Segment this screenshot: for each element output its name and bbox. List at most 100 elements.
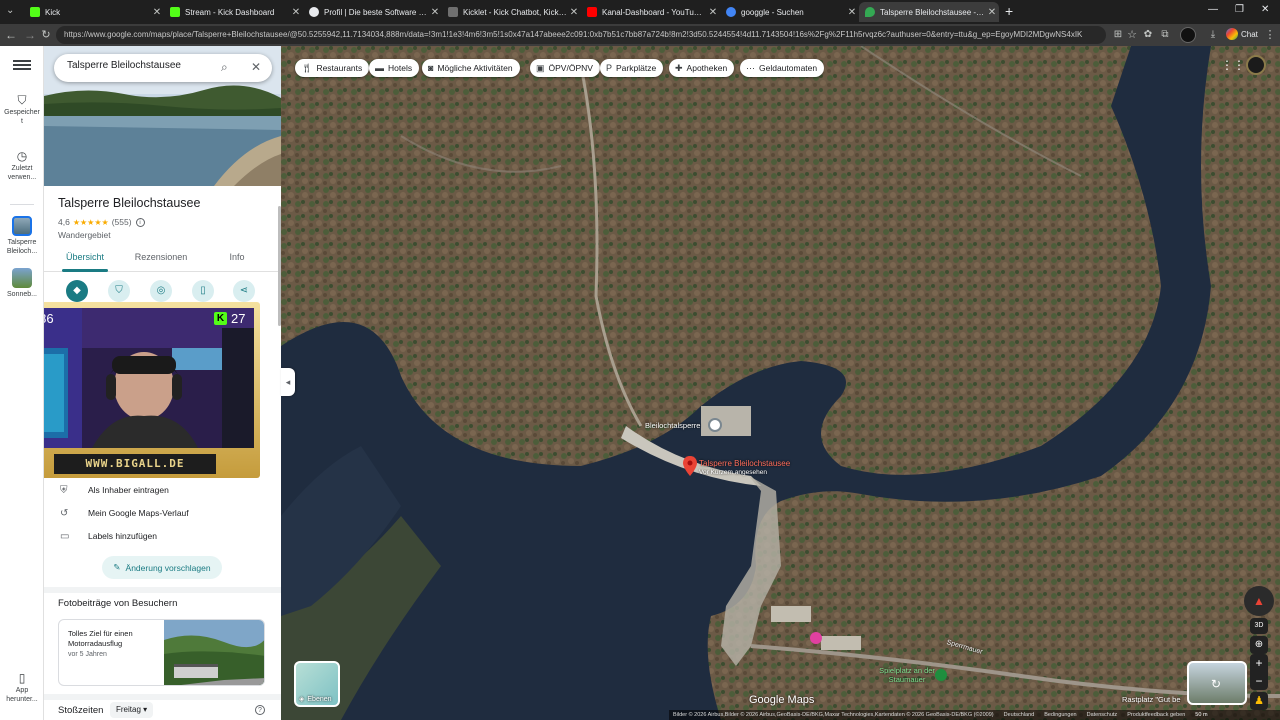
app-download-button[interactable]: ▯ App herunter...: [0, 670, 44, 704]
webcam-overlay: ♥ 86 K 27 WWW.BIGALL.DE: [44, 302, 260, 478]
chip-restaurants[interactable]: 🍴︎ Restaurants: [295, 59, 370, 77]
footer-terms[interactable]: Bedingungen: [1044, 710, 1076, 720]
chat-button[interactable]: Chat: [1226, 28, 1258, 40]
saved-button[interactable]: ⛉ Gespeichert: [0, 92, 44, 126]
zoom-out-icon[interactable]: −: [1250, 672, 1268, 690]
map-label-place[interactable]: Talsperre Bleilochstausee: [699, 459, 790, 468]
visitor-photo-card[interactable]: Tolles Ziel für einen Motorradausflug vo…: [58, 619, 265, 686]
account-avatar[interactable]: [1246, 55, 1266, 75]
close-tab-icon[interactable]: ✕: [706, 7, 720, 18]
add-label-link[interactable]: ▭ Labels hinzufügen: [44, 524, 281, 548]
tab-google-maps[interactable]: Talsperre Bleilochstausee - Googl✕: [859, 2, 999, 22]
map-label-playground[interactable]: Spielplatz an der Staumauer: [877, 666, 937, 684]
search-box[interactable]: ⌕ ✕: [54, 54, 272, 82]
directions-button[interactable]: ◆: [66, 280, 88, 302]
search-input[interactable]: [67, 60, 217, 71]
url-field[interactable]: https://www.google.com/maps/place/Talspe…: [56, 26, 1106, 44]
compass-icon[interactable]: ▲: [1244, 586, 1274, 616]
tab-kick-dashboard[interactable]: Stream - Kick Dashboard ✕: [164, 2, 303, 22]
send-to-phone-button[interactable]: ▯: [192, 280, 214, 302]
reload-icon[interactable]: ↻: [38, 27, 54, 43]
map-label-recent: Vor Kurzem angesehen: [699, 469, 767, 476]
extension-icon[interactable]: ✿: [1140, 27, 1156, 43]
forward-icon[interactable]: →: [22, 27, 38, 43]
close-tab-icon[interactable]: ✕: [289, 7, 303, 18]
menu-dots-icon[interactable]: ⋮: [1262, 27, 1278, 43]
tab-list-icon[interactable]: ⌄: [6, 5, 14, 16]
claim-business-link[interactable]: ⛨ Als Inhaber eintragen: [44, 478, 281, 502]
fork-knife-icon: 🍴︎: [301, 62, 313, 73]
close-tab-icon[interactable]: ✕: [845, 7, 859, 18]
info-icon[interactable]: i: [135, 217, 145, 227]
bookmark-star-icon[interactable]: ☆: [1124, 27, 1140, 43]
phone-icon: ▯: [200, 285, 206, 296]
tab-overview[interactable]: Übersicht: [54, 252, 116, 262]
chip-pharmacies[interactable]: ✚ Apotheken: [669, 59, 735, 77]
satellite-map[interactable]: Bleilochtalsperre Talsperre Bleilochstau…: [281, 46, 1280, 720]
puzzle-icon[interactable]: ⧉: [1157, 27, 1173, 43]
tab-reviews[interactable]: Rezensionen: [124, 252, 198, 262]
globe-favicon-icon: [309, 7, 319, 17]
close-tab-icon[interactable]: ✕: [150, 7, 164, 18]
reviews-count[interactable]: (555): [112, 217, 132, 227]
tab-profil[interactable]: Profil | Die beste Software zur Opt✕: [303, 2, 442, 22]
close-icon[interactable]: ✕: [251, 60, 261, 74]
my-location-icon[interactable]: ⊕: [1250, 636, 1268, 654]
maps-side-rail: ⛉ Gespeichert ◷ Zuletzt verwen... Talspe…: [0, 46, 44, 720]
3d-toggle-button[interactable]: 3D: [1250, 618, 1268, 634]
maps-history-link[interactable]: ↺ Mein Google Maps-Verlauf: [44, 501, 281, 525]
layers-button[interactable]: ◈ Ebenen: [294, 661, 340, 707]
close-window-icon[interactable]: ✕: [1261, 4, 1269, 15]
help-icon[interactable]: ?: [255, 705, 265, 715]
close-tab-icon[interactable]: ✕: [428, 7, 442, 18]
footer-privacy[interactable]: Datenschutz: [1087, 710, 1118, 720]
recent-place-talsperre[interactable]: Talsperre Bleiloch...: [0, 216, 44, 256]
bed-icon: ▬: [375, 63, 384, 73]
pegman-icon[interactable]: ♟: [1250, 692, 1268, 710]
tab-info[interactable]: Info: [212, 252, 262, 262]
chip-activities[interactable]: ◙ Mögliche Aktivitäten: [422, 59, 520, 77]
visitor-photo: [164, 620, 264, 685]
recent-place-sonneb[interactable]: Sonneb...: [0, 268, 44, 299]
nearby-button[interactable]: ◎: [150, 280, 172, 302]
close-tab-icon[interactable]: ✕: [567, 7, 581, 18]
share-button[interactable]: ⋖: [233, 280, 255, 302]
street-view-preview[interactable]: ↻: [1187, 661, 1247, 705]
day-select[interactable]: Freitag ▾: [110, 702, 154, 718]
hamburger-menu-icon[interactable]: [13, 58, 31, 72]
tab-google-search[interactable]: googgle - Suchen ✕: [720, 2, 859, 22]
rating-row: 4,6 ★★★★★ (555) i: [58, 217, 145, 227]
save-button[interactable]: ⛉: [108, 280, 130, 302]
footer-country[interactable]: Deutschland: [1004, 710, 1035, 720]
recent-button[interactable]: ◷ Zuletzt verwen...: [0, 148, 44, 182]
popular-times-title: Stoßzeiten: [58, 705, 104, 716]
map-label-dam[interactable]: Bleilochtalsperre: [645, 421, 700, 430]
tab-youtube-studio[interactable]: Kanal-Dashboard - YouTube Studi✕: [581, 2, 720, 22]
chip-parking[interactable]: P Parkplätze: [600, 59, 664, 77]
place-tabs: Übersicht Rezensionen Info: [44, 246, 281, 272]
back-icon[interactable]: ←: [3, 27, 19, 43]
suggest-edit-button[interactable]: ✎ Änderung vorschlagen: [102, 556, 222, 579]
chip-atms[interactable]: ⋯ Geldautomaten: [740, 59, 825, 77]
maximize-icon[interactable]: ❐: [1235, 4, 1244, 15]
youtube-favicon-icon: [587, 7, 597, 17]
tab-kick[interactable]: Kick ✕: [24, 2, 164, 22]
collapse-panel-button[interactable]: ◂: [281, 368, 295, 396]
footer-feedback[interactable]: Produktfeedback geben: [1127, 710, 1185, 720]
profile-avatar[interactable]: [1180, 27, 1196, 43]
gemini-icon: [1226, 28, 1238, 40]
chip-hotels[interactable]: ▬ Hotels: [369, 59, 420, 77]
close-tab-icon[interactable]: ✕: [985, 7, 999, 18]
scale-bar[interactable]: 50 m: [1195, 710, 1207, 720]
browser-tab-bar: ⌄ Kick ✕ Stream - Kick Dashboard ✕ Profil …: [0, 0, 1280, 24]
minimize-icon[interactable]: —: [1208, 4, 1218, 15]
new-tab-icon[interactable]: +: [1005, 3, 1013, 19]
chip-transit[interactable]: ▣ ÖPV/ÖPNV: [530, 59, 600, 77]
location-pin-icon[interactable]: [683, 456, 697, 476]
search-icon[interactable]: ⌕: [221, 60, 228, 75]
map-label-rest[interactable]: Rastplatz "Gut be: [1122, 695, 1181, 704]
zoom-in-icon[interactable]: +: [1250, 654, 1268, 672]
tab-kicklet[interactable]: Kicklet - Kick Chatbot, Kick Widge✕: [442, 2, 581, 22]
download-icon[interactable]: ⤓: [1205, 27, 1221, 43]
apps-grid-icon[interactable]: ⋮⋮: [1221, 58, 1245, 72]
